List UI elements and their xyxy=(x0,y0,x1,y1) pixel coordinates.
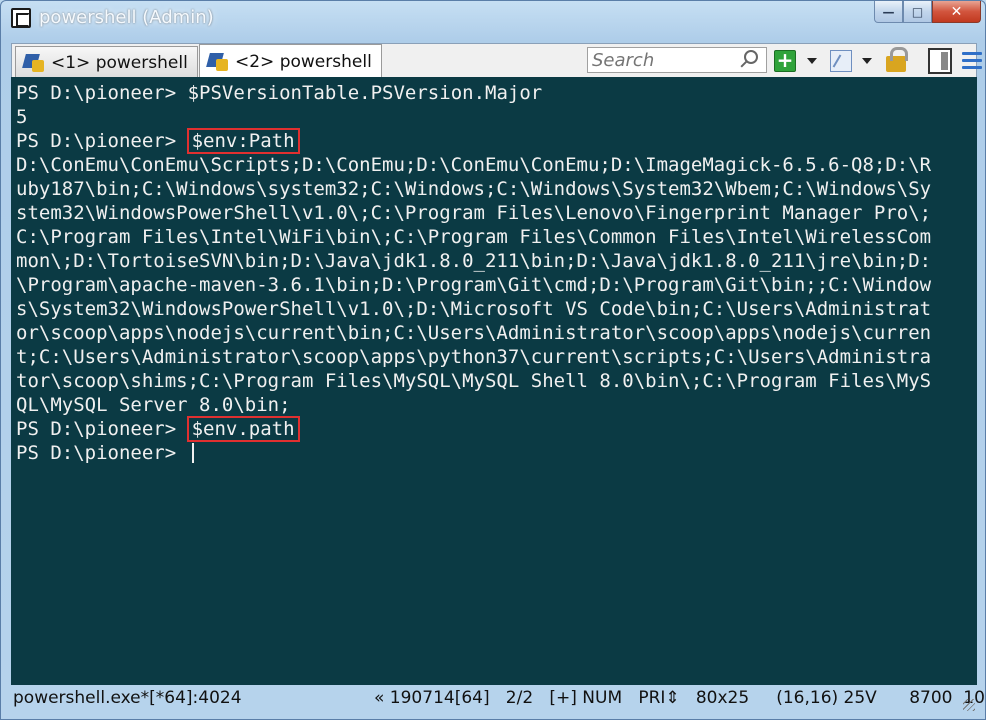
minimize-button[interactable]: — xyxy=(874,1,903,23)
prompt-line: PS D:\pioneer> $env.path xyxy=(16,416,931,442)
command-text: $env.path xyxy=(186,416,300,442)
prompt: PS D:\pioneer> xyxy=(16,442,188,464)
split-view-icon[interactable] xyxy=(830,50,852,72)
powershell-icon xyxy=(24,54,44,72)
close-button[interactable]: ✕ xyxy=(932,1,981,23)
status-process[interactable]: powershell.exe*[*64]:4024 xyxy=(13,688,242,708)
text-cursor xyxy=(191,443,194,463)
tab-console-1[interactable]: <1> powershell xyxy=(15,46,198,78)
prompt-line: PS D:\pioneer> xyxy=(16,441,931,465)
output-line: D:\ConEmu\ConEmu\Scripts;D:\ConEmu;D:\Co… xyxy=(16,154,932,176)
title-bar[interactable]: powershell (Admin) — □ ✕ xyxy=(1,1,986,35)
panel-view-icon[interactable] xyxy=(928,48,952,74)
prompt-line: PS D:\pioneer> $PSVersionTable.PSVersion… xyxy=(16,81,931,105)
conemu-app-icon[interactable] xyxy=(11,8,31,28)
caption-buttons: — □ ✕ xyxy=(874,1,981,23)
lock-icon[interactable] xyxy=(886,47,908,72)
output-line: tor\scoop\shims;C:\Program Files\MySQL\M… xyxy=(16,370,932,392)
command-text: $env:Path xyxy=(186,128,300,154)
prompt-line: PS D:\pioneer> $env:Path xyxy=(16,128,931,154)
status-info[interactable]: « 190714[64] 2/2 [+] NUM PRI⇕ 80x25 (16,… xyxy=(374,688,986,708)
window-title: powershell (Admin) xyxy=(39,7,214,28)
output-line: s\System32\WindowsPowerShell\v1.0\;D:\Mi… xyxy=(16,298,932,320)
output-line: stem32\WindowsPowerShell\v1.0\;C:\Progra… xyxy=(16,202,932,224)
maximize-button[interactable]: □ xyxy=(903,1,932,23)
prompt: PS D:\pioneer> xyxy=(16,418,188,440)
new-console-dropdown-icon[interactable] xyxy=(807,58,817,64)
hamburger-menu-icon[interactable] xyxy=(962,52,982,70)
output-line: 5 xyxy=(16,106,28,128)
output-line: t;C:\Users\Administrator\scoop\apps\pyth… xyxy=(16,346,932,368)
output-line: C:\Program Files\Intel\WiFi\bin\;C:\Prog… xyxy=(16,226,932,248)
tab-console-2[interactable]: <2> powershell xyxy=(199,44,382,78)
search-icon[interactable] xyxy=(744,50,758,64)
output-line: or\scoop\apps\nodejs\current\bin;C:\User… xyxy=(16,322,932,344)
output-line: QL\MySQL Server 8.0\bin; xyxy=(16,394,291,416)
command-text: $PSVersionTable.PSVersion.Major xyxy=(187,82,543,104)
search-input[interactable] xyxy=(587,47,767,73)
console-lines: PS D:\pioneer> $PSVersionTable.PSVersion… xyxy=(16,81,931,465)
tab-toolbar-strip: <1> powershell <2> powershell + xyxy=(11,43,982,78)
output-line: \Program\apache-maven-3.6.1\bin;D:\Progr… xyxy=(16,274,932,296)
console-output[interactable]: PS D:\pioneer> $PSVersionTable.PSVersion… xyxy=(11,77,977,685)
output-line: mon\;D:\TortoiseSVN\bin;D:\Java\jdk1.8.0… xyxy=(16,250,932,272)
new-console-icon[interactable]: + xyxy=(774,50,796,72)
conemu-window: powershell (Admin) — □ ✕ <1> powershell … xyxy=(0,0,986,720)
tab-label: <2> powershell xyxy=(235,51,372,72)
tab-label: <1> powershell xyxy=(51,52,188,73)
prompt: PS D:\pioneer> xyxy=(16,130,188,152)
prompt: PS D:\pioneer> xyxy=(16,82,188,104)
status-bar: powershell.exe*[*64]:4024 « 190714[64] 2… xyxy=(11,687,986,713)
resize-grip[interactable] xyxy=(963,699,975,711)
split-view-dropdown-icon[interactable] xyxy=(862,58,872,64)
powershell-icon xyxy=(208,53,228,71)
output-line: uby187\bin;C:\Windows\system32;C:\Window… xyxy=(16,178,932,200)
